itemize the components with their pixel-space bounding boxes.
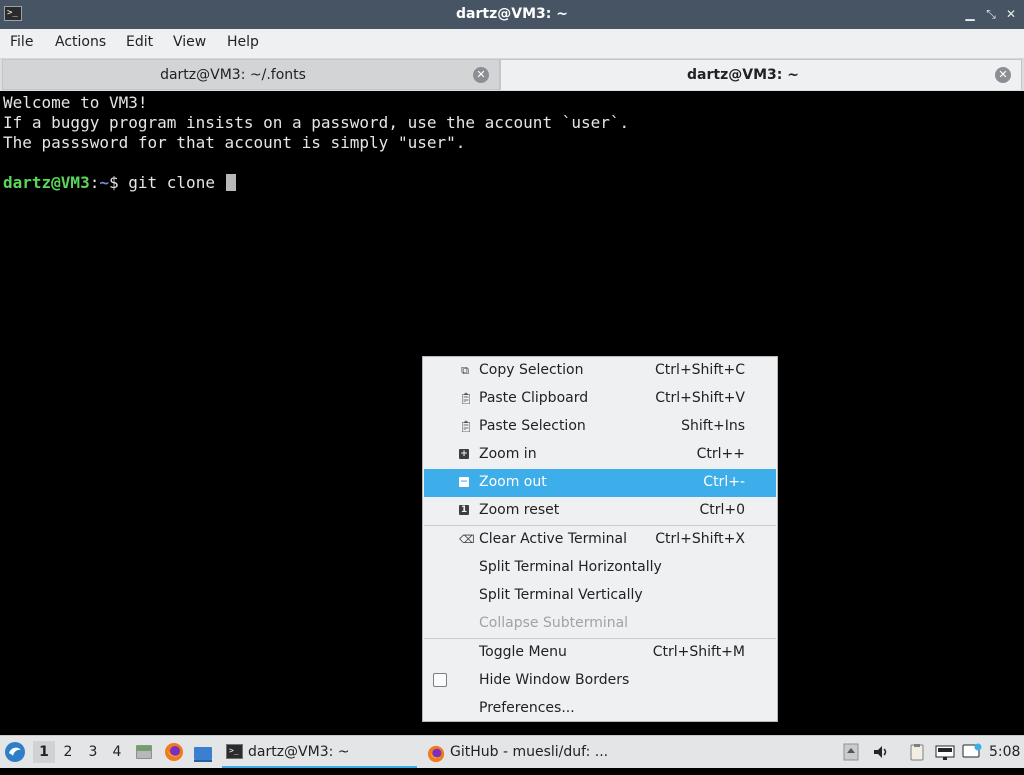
menu-item-collapse-subterminal: Collapse Subterminal <box>424 610 776 638</box>
menu-edit[interactable]: Edit <box>126 34 153 50</box>
context-menu: ⧉ Copy Selection Ctrl+Shift+C 📋︎ Paste C… <box>422 356 778 722</box>
menu-item-hide-window-borders[interactable]: Hide Window Borders <box>424 667 776 695</box>
menu-item-label: Toggle Menu <box>479 644 567 660</box>
menu-item-shortcut: Ctrl+Shift+C <box>655 362 745 378</box>
prompt-colon: : <box>89 173 100 192</box>
workspace-3[interactable]: 3 <box>82 741 104 763</box>
network-icon[interactable] <box>935 743 955 761</box>
menu-item-label: Collapse Subterminal <box>479 615 629 631</box>
taskbar: 1 2 3 4 >_ dartz@VM3: ~ GitHub - muesli/… <box>0 735 1024 768</box>
tab-label: dartz@VM3: ~ <box>687 67 799 83</box>
menu-item-label: Paste Clipboard <box>479 390 589 406</box>
menu-item-split-vertically[interactable]: Split Terminal Vertically <box>424 582 776 610</box>
clear-icon: ⌫ <box>459 533 475 546</box>
prompt-command: git clone <box>118 173 225 192</box>
menu-item-label: Clear Active Terminal <box>479 531 627 547</box>
menu-item-shortcut: Ctrl+- <box>703 474 745 490</box>
tab-fonts[interactable]: dartz@VM3: ~/.fonts ✕ <box>2 59 500 90</box>
tab-home[interactable]: dartz@VM3: ~ ✕ <box>500 59 1022 90</box>
menu-item-shortcut: Ctrl+Shift+X <box>655 531 745 547</box>
workspace-4[interactable]: 4 <box>106 741 128 763</box>
maximize-icon[interactable]: ⤡ <box>983 5 999 23</box>
task-firefox[interactable]: GitHub - muesli/duf: ... <box>424 736 624 768</box>
menu-item-label: Hide Window Borders <box>479 672 630 688</box>
paste-icon: 📋︎ <box>459 392 473 405</box>
menu-item-label: Split Terminal Horizontally <box>479 559 662 575</box>
menu-item-label: Split Terminal Vertically <box>479 587 643 603</box>
menu-item-shortcut: Ctrl+Shift+V <box>655 390 745 406</box>
close-icon[interactable]: ✕ <box>1003 5 1019 23</box>
menu-item-shortcut: Shift+Ins <box>681 418 745 434</box>
tab-bar: dartz@VM3: ~/.fonts ✕ dartz@VM3: ~ ✕ <box>0 59 1024 91</box>
menu-item-zoom-in[interactable]: + Zoom in Ctrl++ <box>424 441 776 469</box>
menu-item-label: Zoom reset <box>479 502 560 518</box>
clock[interactable]: 5:08 <box>989 736 1021 768</box>
hide-borders-checkbox[interactable] <box>433 673 447 687</box>
notification-icon[interactable] <box>962 743 982 761</box>
tab-label: dartz@VM3: ~/.fonts <box>160 67 306 83</box>
prompt-line: dartz@VM3:~$ git clone <box>3 173 236 192</box>
copy-icon: ⧉ <box>461 364 469 377</box>
menu-item-shortcut: Ctrl++ <box>696 446 745 462</box>
firefox-icon[interactable] <box>164 742 184 762</box>
minimize-icon[interactable]: ▁ <box>962 5 978 23</box>
menu-item-label: Zoom out <box>479 474 547 490</box>
window-titlebar[interactable]: >_ dartz@VM3: ~ ▁ ⤡ ✕ <box>0 0 1024 29</box>
volume-icon[interactable] <box>872 743 888 761</box>
menu-help[interactable]: Help <box>227 34 259 50</box>
menu-item-label: Preferences... <box>479 700 575 716</box>
file-manager-icon[interactable] <box>134 742 154 762</box>
menu-item-shortcut: Ctrl+0 <box>699 502 745 518</box>
menu-view[interactable]: View <box>173 34 206 50</box>
window-title: dartz@VM3: ~ <box>456 6 568 22</box>
menu-bar: File Actions Edit View Help <box>0 29 1024 59</box>
task-label: dartz@VM3: ~ <box>248 744 350 760</box>
workspace-1[interactable]: 1 <box>33 741 55 763</box>
clipboard-icon[interactable] <box>908 743 924 761</box>
menu-item-paste-clipboard[interactable]: 📋︎ Paste Clipboard Ctrl+Shift+V <box>424 385 776 413</box>
lxqt-start-icon[interactable] <box>4 741 26 763</box>
prompt-path: ~ <box>99 173 109 192</box>
paste-icon: 📋︎ <box>459 420 473 433</box>
menu-file[interactable]: File <box>10 34 33 50</box>
menu-item-paste-selection[interactable]: 📋︎ Paste Selection Shift+Ins <box>424 413 776 441</box>
terminal-line: If a buggy program insists on a password… <box>3 113 630 132</box>
zoom-reset-icon: 1 <box>459 505 469 515</box>
task-terminal[interactable]: >_ dartz@VM3: ~ <box>222 736 417 768</box>
terminal-line: Welcome to VM3! <box>3 93 148 112</box>
menu-item-clear-active-terminal[interactable]: ⌫ Clear Active Terminal Ctrl+Shift+X <box>424 526 776 554</box>
zoom-out-icon: − <box>459 477 469 487</box>
menu-item-label: Paste Selection <box>479 418 586 434</box>
desktop-icon[interactable] <box>193 743 213 762</box>
terminal-icon: >_ <box>226 744 243 759</box>
menu-item-zoom-out[interactable]: − Zoom out Ctrl+- <box>424 469 776 497</box>
prompt-symbol: $ <box>108 173 119 192</box>
menu-item-zoom-reset[interactable]: 1 Zoom reset Ctrl+0 <box>424 497 776 525</box>
menu-item-copy-selection[interactable]: ⧉ Copy Selection Ctrl+Shift+C <box>424 357 776 385</box>
tab-close-icon[interactable]: ✕ <box>473 67 489 83</box>
menu-item-split-horizontally[interactable]: Split Terminal Horizontally <box>424 554 776 582</box>
menu-item-toggle-menu[interactable]: Toggle Menu Ctrl+Shift+M <box>424 639 776 667</box>
prompt-user-host: dartz@VM3 <box>3 173 90 192</box>
menu-item-preferences[interactable]: Preferences... <box>424 695 776 723</box>
task-label: GitHub - muesli/duf: ... <box>450 744 609 760</box>
terminal-line: The passsword for that account is simply… <box>3 133 466 152</box>
firefox-icon <box>427 743 445 763</box>
tab-close-icon[interactable]: ✕ <box>995 67 1011 83</box>
zoom-in-icon: + <box>459 449 469 459</box>
menu-actions[interactable]: Actions <box>55 34 106 50</box>
menu-item-shortcut: Ctrl+Shift+M <box>652 644 745 660</box>
menu-item-label: Zoom in <box>479 446 537 462</box>
menu-item-label: Copy Selection <box>479 362 584 378</box>
text-cursor <box>225 174 236 191</box>
workspace-2[interactable]: 2 <box>57 741 79 763</box>
scroll-up-icon[interactable] <box>843 743 859 761</box>
